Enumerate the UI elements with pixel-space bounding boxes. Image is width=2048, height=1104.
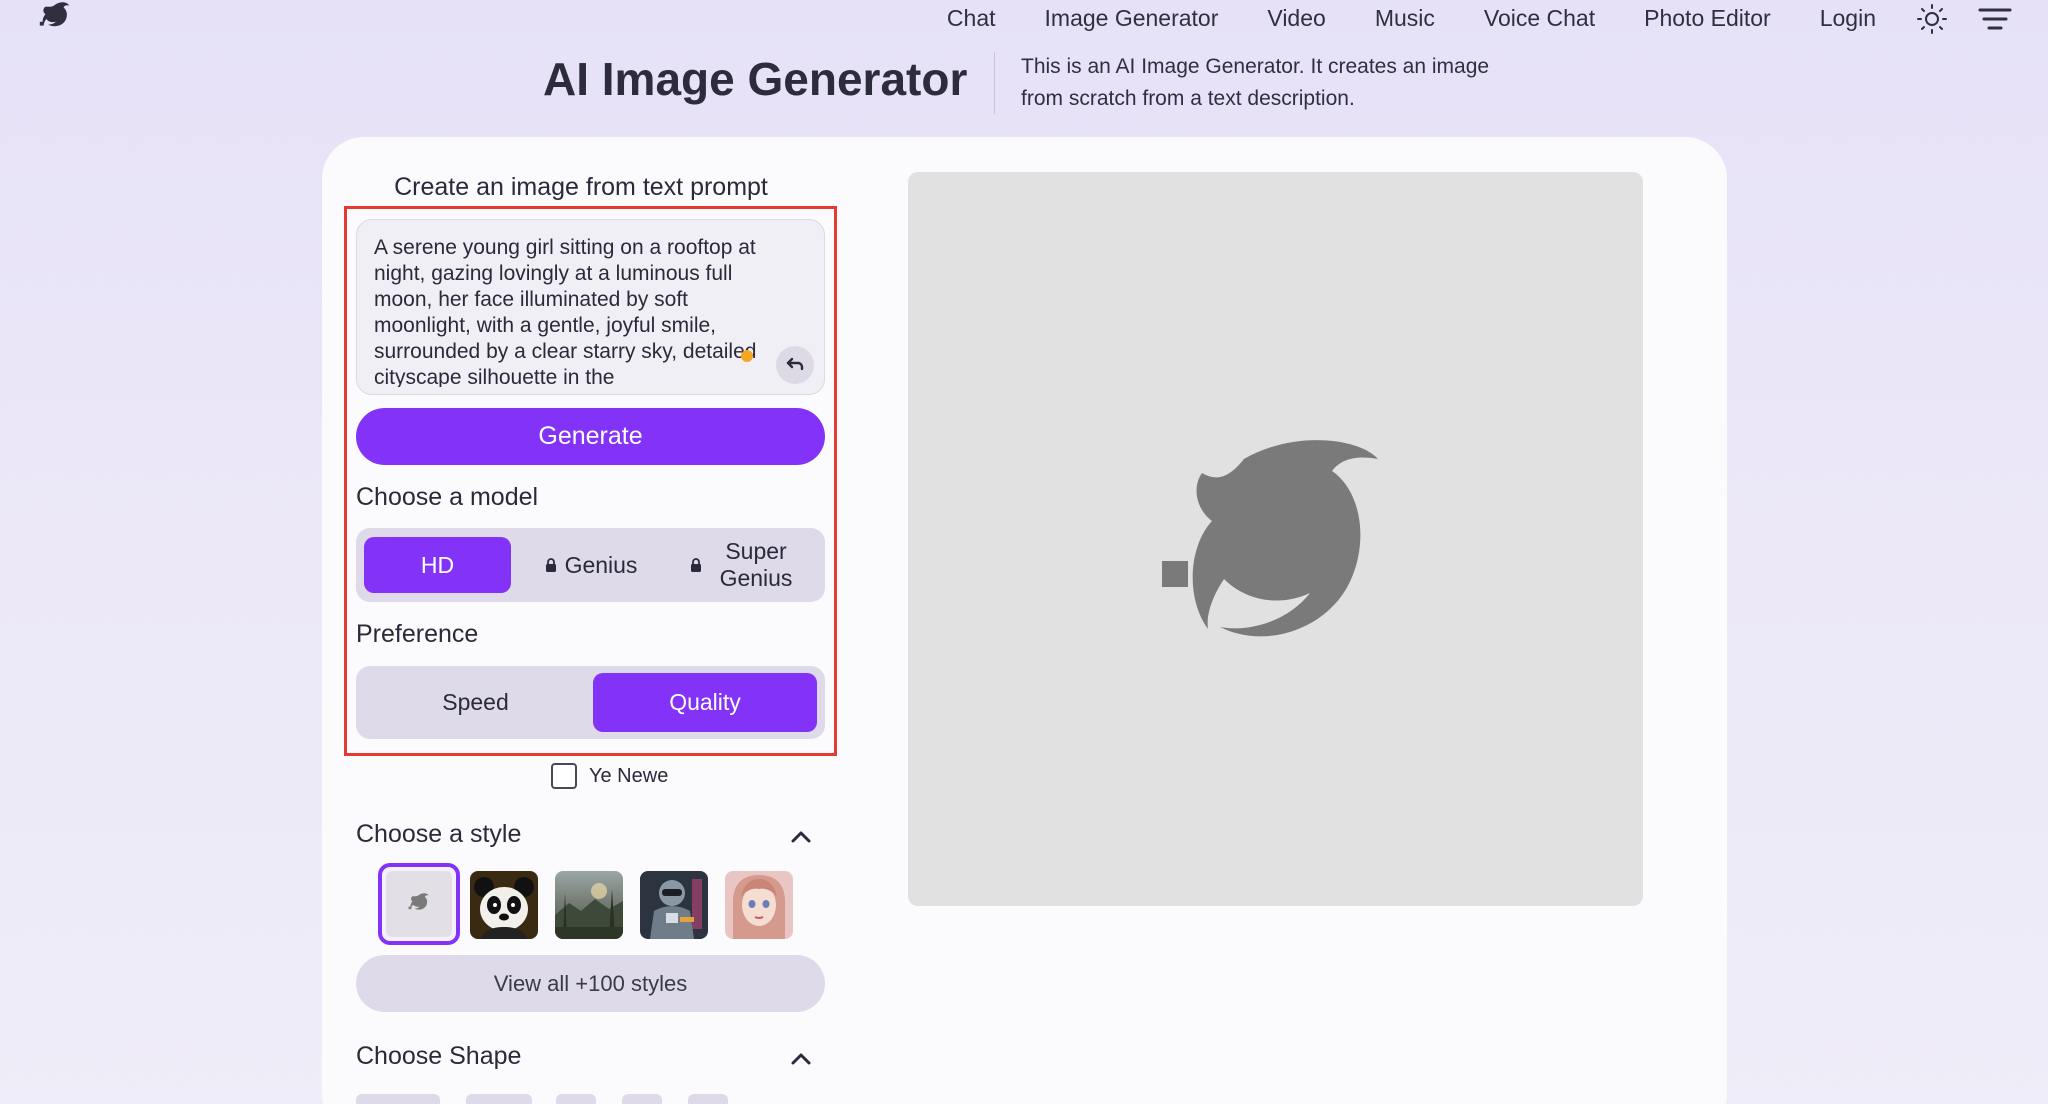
style-thumb-default[interactable] [378, 863, 460, 945]
dolphin-logo-icon [408, 893, 429, 910]
dolphin-logo-icon[interactable] [36, 0, 74, 36]
style-thumb-robot[interactable] [640, 871, 708, 939]
status-dot [741, 350, 753, 362]
form-heading-text: Create an image from text prompt [394, 173, 768, 201]
style-thumb-landscape[interactable] [555, 871, 623, 939]
chevron-up-icon[interactable] [786, 1044, 816, 1074]
shape-section-label: Choose Shape [356, 1042, 522, 1070]
preference-option-speed[interactable]: Speed [364, 673, 587, 732]
nav-image-generator[interactable]: Image Generator [1045, 5, 1219, 32]
model-option-hd[interactable]: HD [364, 537, 511, 593]
nav-links: Chat Image Generator Video Music Voice C… [947, 0, 1876, 36]
shape-option[interactable] [356, 1094, 440, 1104]
ye-newe-option: Ye Newe [551, 763, 668, 789]
model-option-genius[interactable]: Genius [518, 537, 664, 593]
prompt-input[interactable]: A serene young girl sitting on a rooftop… [374, 235, 774, 387]
prompt-container: A serene young girl sitting on a rooftop… [356, 219, 825, 395]
generate-button[interactable]: Generate [356, 408, 825, 465]
lock-icon [545, 558, 556, 572]
style-section-label: Choose a style [356, 820, 522, 848]
top-navigation: Chat Image Generator Video Music Voice C… [0, 0, 2048, 36]
nav-video[interactable]: Video [1267, 5, 1325, 32]
model-genius-label: Genius [564, 551, 638, 578]
shape-option[interactable] [466, 1094, 532, 1104]
shape-option[interactable] [556, 1094, 596, 1104]
dolphin-placeholder-icon [1161, 440, 1378, 637]
sun-theme-toggle-icon[interactable] [1916, 3, 1948, 35]
undo-icon [786, 357, 804, 371]
ye-newe-label: Ye Newe [589, 764, 669, 787]
view-all-styles-button[interactable]: View all +100 styles [356, 955, 825, 1012]
chevron-up-icon[interactable] [786, 822, 816, 852]
undo-button[interactable] [776, 346, 814, 384]
style-thumb-anime-portrait[interactable] [725, 871, 793, 939]
shape-option[interactable] [688, 1094, 728, 1104]
form-heading: Create an image from text prompt [0, 173, 840, 202]
lock-icon [691, 558, 701, 572]
image-preview-area [908, 172, 1643, 906]
nav-chat[interactable]: Chat [947, 5, 996, 32]
preference-option-quality[interactable]: Quality [593, 673, 817, 732]
ye-newe-checkbox[interactable] [551, 763, 577, 789]
model-option-super-genius[interactable]: Super Genius [668, 537, 818, 593]
style-thumb-panda[interactable] [470, 871, 538, 939]
hamburger-menu-icon[interactable] [1978, 5, 2012, 33]
nav-music[interactable]: Music [1375, 5, 1435, 32]
header-divider [994, 52, 995, 114]
model-selector: HD Genius Super Genius [356, 528, 825, 602]
preference-label: Preference [356, 620, 479, 648]
nav-voice-chat[interactable]: Voice Chat [1484, 5, 1595, 32]
nav-login[interactable]: Login [1820, 5, 1876, 32]
model-super-genius-label: Super Genius [719, 538, 793, 591]
nav-photo-editor[interactable]: Photo Editor [1644, 5, 1771, 32]
page-title: AI Image Generator [543, 53, 968, 105]
shape-option[interactable] [622, 1094, 662, 1104]
model-label: Choose a model [356, 483, 539, 511]
preference-selector: Speed Quality [356, 666, 825, 739]
page-description: This is an AI Image Generator. It create… [1021, 55, 1490, 110]
